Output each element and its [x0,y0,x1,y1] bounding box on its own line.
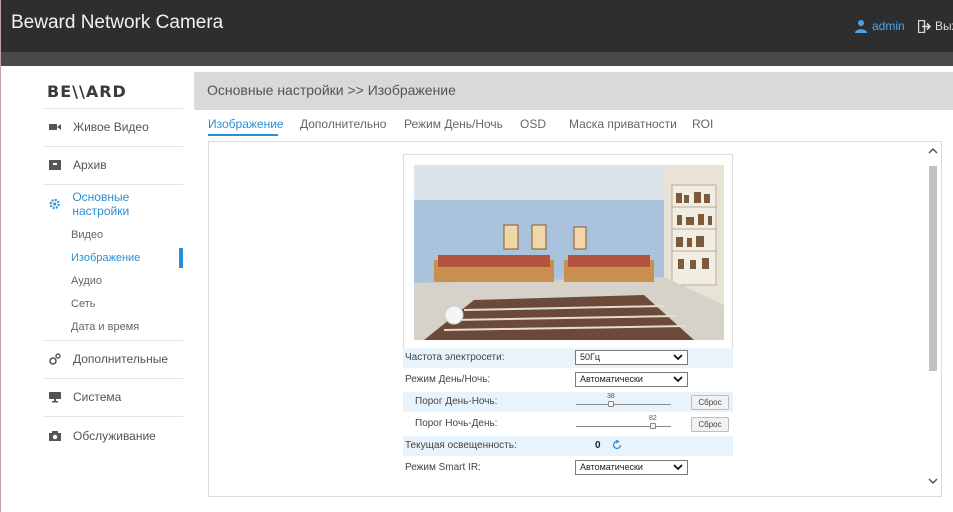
chevron-down-icon [673,464,683,471]
image-preview-frame [403,154,733,352]
day-to-night-value: 38 [607,393,615,400]
svg-text:BE\\ARD: BE\\ARD [47,82,127,101]
night-to-day-slider[interactable] [576,426,671,427]
chevron-down-icon [673,376,683,383]
day-night-mode-row: Режим День/Ночь: Автоматически [403,370,733,390]
sidebar-item-label: Основные настройки [72,190,130,218]
sidebar-item-label: Система [73,390,122,404]
sidebar-item-label: Архив [73,158,107,172]
user-icon [855,20,867,33]
day-to-night-reset-button[interactable]: Сброс [691,395,729,410]
username: admin [872,19,905,33]
sidebar-subitem-datetime[interactable]: Дата и время [71,321,139,333]
main-content: Основные настройки >> Изображение Изобра… [194,72,953,512]
smart-ir-mode-label: Режим Smart IR: [405,462,481,473]
sidebar-item-label: Обслуживание [73,429,156,443]
app-title: Beward Network Camera [11,12,224,33]
night-to-day-reset-button[interactable]: Сброс [691,417,729,432]
room-scene-illustration [414,165,724,340]
camera-preview-image [414,165,724,340]
tab-advanced[interactable]: Дополнительно [300,117,386,131]
camera-icon [49,431,61,441]
current-luminance-row: Текущая освещенность: 0 [403,436,733,456]
sidebar-item-advanced[interactable]: Дополнительные [31,340,183,378]
day-night-mode-label: Режим День/Ночь: [405,374,491,385]
page-header: Основные настройки >> Изображение [194,72,953,110]
sidebar-item-archive[interactable]: Архив [31,146,183,184]
tab-osd[interactable]: OSD [520,117,546,131]
top-strip [1,52,953,66]
power-frequency-label: Частота электросети: [405,352,505,363]
monitor-icon [49,392,61,403]
gear-icon [49,198,60,210]
sidebar-item-label: Дополнительные [73,352,168,366]
logout-icon [918,19,931,33]
chevron-down-icon [673,354,683,361]
sidebar-item-label: Живое Видео [73,120,149,134]
tab-roi[interactable]: ROI [692,117,713,131]
tab-underline [208,134,278,136]
scrollbar-thumb[interactable] [929,166,937,371]
sidebar-item-system[interactable]: Система [31,378,183,416]
settings-gears-icon [49,353,61,365]
current-luminance-label: Текущая освещенность: [405,440,517,451]
current-luminance-value: 0 [595,440,601,451]
scroll-down-icon[interactable] [928,476,938,486]
night-to-day-slider-handle[interactable] [650,423,656,429]
scroll-up-icon[interactable] [928,146,938,156]
tab-image[interactable]: Изображение [208,117,284,131]
video-camera-icon [49,124,61,130]
sidebar-subitem-image[interactable]: Изображение [71,252,140,264]
smart-ir-mode-select[interactable]: Автоматически [575,460,688,475]
sidebar-subitem-video[interactable]: Видео [71,229,103,241]
tab-privacy-mask[interactable]: Маска приватности [569,117,677,131]
night-to-day-value: 82 [649,415,657,422]
day-to-night-slider[interactable] [576,404,671,405]
refresh-icon[interactable] [612,440,622,450]
sidebar-subitem-audio[interactable]: Аудио [71,275,102,287]
smart-ir-mode-row: Режим Smart IR: Автоматически [403,458,733,478]
select-value: Автоматически [580,462,643,472]
sidebar-subitem-network[interactable]: Сеть [71,298,95,310]
user-menu[interactable]: admin [854,19,905,33]
brand-logo: BE\\ARD [47,81,132,106]
sidebar-item-basic-settings[interactable]: Основные настройки [31,185,183,223]
power-frequency-row: Частота электросети: 50Гц [403,348,733,368]
power-frequency-select[interactable]: 50Гц [575,350,688,365]
breadcrumb: Основные настройки >> Изображение [207,82,456,98]
archive-icon [49,160,61,170]
sidebar-item-live-video[interactable]: Живое Видео [31,108,183,146]
tab-bar: Изображение Дополнительно Режим День/Ноч… [194,110,953,140]
day-night-mode-select[interactable]: Автоматически [575,372,688,387]
beward-logo-icon: BE\\ARD [47,82,127,101]
tab-day-night[interactable]: Режим День/Ночь [404,117,503,131]
active-indicator [179,248,183,268]
settings-panel: Частота электросети: 50Гц Режим День/Ноч… [208,141,942,497]
select-value: Автоматически [580,374,643,384]
night-to-day-threshold-label: Порог Ночь-День: [415,418,498,429]
day-to-night-slider-handle[interactable] [608,401,614,407]
select-value: 50Гц [580,352,601,362]
sidebar-item-maintenance[interactable]: Обслуживание [31,417,183,455]
night-to-day-threshold-row: Порог Ночь-День: 82 Сброс [403,414,733,434]
logout-button[interactable]: Выход [918,19,953,33]
top-bar: Beward Network Camera admin Выход [1,0,953,52]
logout-label: Выход [935,19,953,33]
sidebar: BE\\ARD Живое Видео Архив Основные настр… [31,72,183,512]
day-to-night-threshold-row: Порог День-Ночь: 38 Сброс [403,392,733,412]
day-to-night-threshold-label: Порог День-Ночь: [415,396,498,407]
